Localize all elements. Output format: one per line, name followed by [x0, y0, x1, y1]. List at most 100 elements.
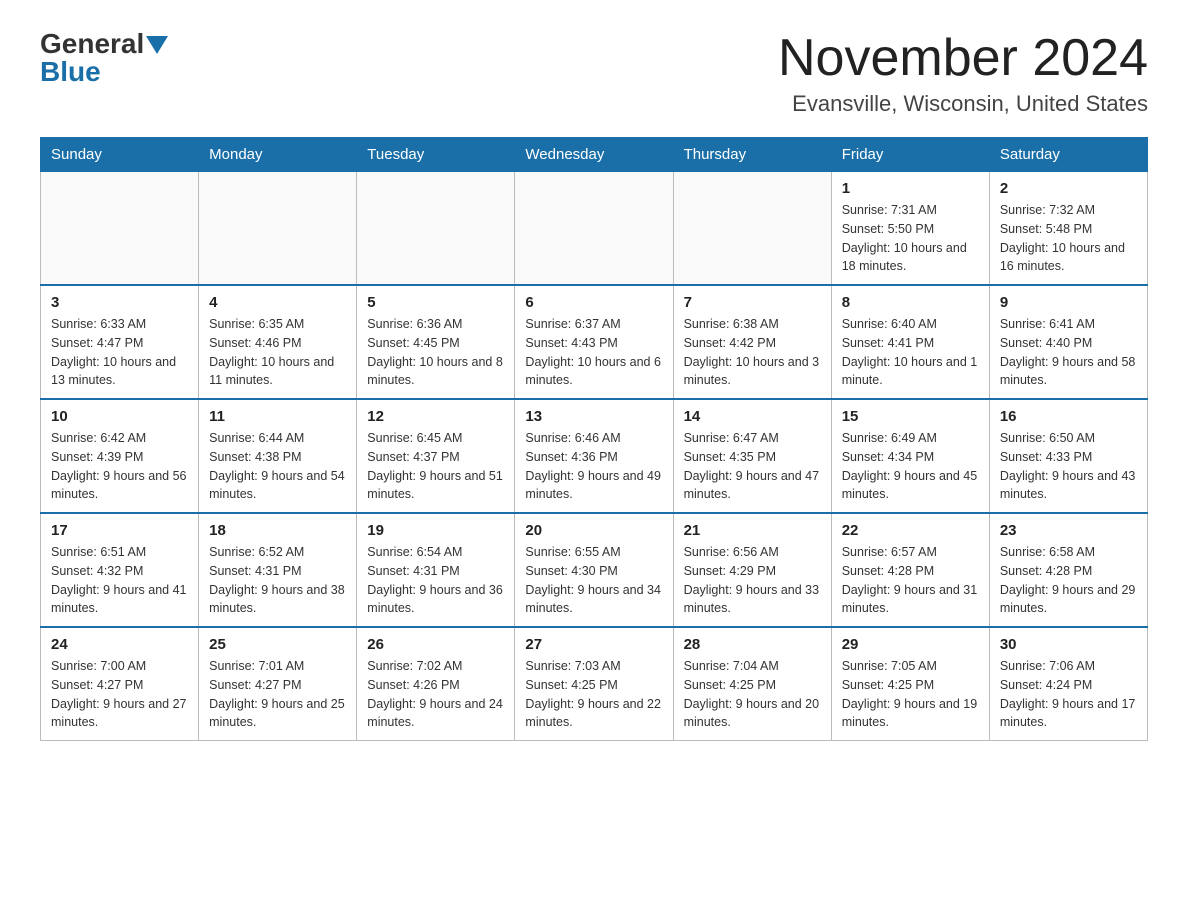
calendar-cell-w1-d4 [515, 172, 673, 286]
calendar-week-2: 3Sunrise: 6:33 AMSunset: 4:47 PMDaylight… [41, 285, 1148, 399]
day-number: 15 [842, 408, 979, 425]
sunset-text: Sunset: 4:25 PM [684, 676, 821, 695]
day-info: Sunrise: 6:38 AMSunset: 4:42 PMDaylight:… [684, 315, 821, 390]
daylight-text: Daylight: 9 hours and 27 minutes. [51, 695, 188, 733]
sunset-text: Sunset: 4:27 PM [51, 676, 188, 695]
sunset-text: Sunset: 4:38 PM [209, 448, 346, 467]
sunset-text: Sunset: 4:46 PM [209, 334, 346, 353]
calendar-cell-w3-d1: 10 Sunrise: 6:42 AMSunset: 4:39 PMDayligh… [41, 399, 199, 513]
sunset-text: Sunset: 4:41 PM [842, 334, 979, 353]
logo-triangle-icon [146, 36, 168, 54]
sunset-text: Sunset: 4:42 PM [684, 334, 821, 353]
calendar-cell-w1-d6: 1Sunrise: 7:31 AMSunset: 5:50 PMDaylight… [831, 172, 989, 286]
daylight-text: Daylight: 10 hours and 3 minutes. [684, 353, 821, 391]
daylight-text: Daylight: 9 hours and 31 minutes. [842, 581, 979, 619]
day-number: 3 [51, 294, 188, 311]
sunrise-text: Sunrise: 7:32 AM [1000, 201, 1137, 220]
day-number: 19 [367, 522, 504, 539]
day-number: 6 [525, 294, 662, 311]
day-number: 11 [209, 408, 346, 425]
day-info: Sunrise: 7:00 AMSunset: 4:27 PMDaylight:… [51, 657, 188, 732]
sunrise-text: Sunrise: 7:31 AM [842, 201, 979, 220]
logo-general: General [40, 30, 144, 58]
sunset-text: Sunset: 4:45 PM [367, 334, 504, 353]
daylight-text: Daylight: 9 hours and 19 minutes. [842, 695, 979, 733]
calendar-week-3: 10 Sunrise: 6:42 AMSunset: 4:39 PMDayligh… [41, 399, 1148, 513]
daylight-text: Daylight: 9 hours and 38 minutes. [209, 581, 346, 619]
daylight-text: Daylight: 9 hours and 47 minutes. [684, 467, 821, 505]
calendar-cell-w5-d5: 28Sunrise: 7:04 AMSunset: 4:25 PMDayligh… [673, 627, 831, 741]
day-number: 12 [367, 408, 504, 425]
sunrise-text: Sunrise: 6:47 AM [684, 429, 821, 448]
sunrise-text: Sunrise: 7:02 AM [367, 657, 504, 676]
header-tuesday: Tuesday [357, 138, 515, 172]
sunrise-text: Sunrise: 6:56 AM [684, 543, 821, 562]
day-number: 20 [525, 522, 662, 539]
daylight-text: Daylight: 9 hours and 41 minutes. [51, 581, 188, 619]
day-number: 30 [1000, 636, 1137, 653]
sunrise-text: Sunrise: 6:55 AM [525, 543, 662, 562]
daylight-text: Daylight: 9 hours and 20 minutes. [684, 695, 821, 733]
sunset-text: Sunset: 4:35 PM [684, 448, 821, 467]
day-number: 9 [1000, 294, 1137, 311]
daylight-text: Daylight: 10 hours and 1 minute. [842, 353, 979, 391]
calendar-cell-w1-d2 [199, 172, 357, 286]
calendar-week-4: 17Sunrise: 6:51 AMSunset: 4:32 PMDayligh… [41, 513, 1148, 627]
calendar-cell-w2-d6: 8Sunrise: 6:40 AMSunset: 4:41 PMDaylight… [831, 285, 989, 399]
calendar-cell-w5-d7: 30 Sunrise: 7:06 AMSunset: 4:24 PMDayligh… [989, 627, 1147, 741]
sunrise-text: Sunrise: 6:37 AM [525, 315, 662, 334]
calendar-cell-w1-d3 [357, 172, 515, 286]
calendar-cell-w4-d5: 21Sunrise: 6:56 AMSunset: 4:29 PMDayligh… [673, 513, 831, 627]
sunrise-text: Sunrise: 6:40 AM [842, 315, 979, 334]
sunrise-text: Sunrise: 7:03 AM [525, 657, 662, 676]
daylight-text: Daylight: 9 hours and 36 minutes. [367, 581, 504, 619]
calendar-cell-w4-d6: 22Sunrise: 6:57 AMSunset: 4:28 PMDayligh… [831, 513, 989, 627]
sunrise-text: Sunrise: 6:38 AM [684, 315, 821, 334]
day-info: Sunrise: 6:52 AMSunset: 4:31 PMDaylight:… [209, 543, 346, 618]
header-monday: Monday [199, 138, 357, 172]
sunrise-text: Sunrise: 7:04 AM [684, 657, 821, 676]
day-number: 21 [684, 522, 821, 539]
daylight-text: Daylight: 10 hours and 18 minutes. [842, 239, 979, 277]
daylight-text: Daylight: 9 hours and 56 minutes. [51, 467, 188, 505]
day-info: Sunrise: 6:40 AMSunset: 4:41 PMDaylight:… [842, 315, 979, 390]
sunset-text: Sunset: 4:40 PM [1000, 334, 1137, 353]
calendar-week-5: 24Sunrise: 7:00 AMSunset: 4:27 PMDayligh… [41, 627, 1148, 741]
day-info: Sunrise: 6:36 AMSunset: 4:45 PMDaylight:… [367, 315, 504, 390]
sunset-text: Sunset: 4:25 PM [525, 676, 662, 695]
sunset-text: Sunset: 4:31 PM [209, 562, 346, 581]
calendar-table: Sunday Monday Tuesday Wednesday Thursday… [40, 137, 1148, 741]
sunset-text: Sunset: 4:24 PM [1000, 676, 1137, 695]
sunrise-text: Sunrise: 6:46 AM [525, 429, 662, 448]
header-saturday: Saturday [989, 138, 1147, 172]
sunset-text: Sunset: 4:33 PM [1000, 448, 1137, 467]
sunrise-text: Sunrise: 6:36 AM [367, 315, 504, 334]
day-info: Sunrise: 6:57 AMSunset: 4:28 PMDaylight:… [842, 543, 979, 618]
day-number: 10 [51, 408, 188, 425]
sunrise-text: Sunrise: 6:44 AM [209, 429, 346, 448]
day-info: Sunrise: 7:31 AMSunset: 5:50 PMDaylight:… [842, 201, 979, 276]
sunset-text: Sunset: 4:37 PM [367, 448, 504, 467]
day-info: Sunrise: 6:46 AMSunset: 4:36 PMDaylight:… [525, 429, 662, 504]
day-info: Sunrise: 6:42 AMSunset: 4:39 PMDaylight:… [51, 429, 188, 504]
sunrise-text: Sunrise: 7:06 AM [1000, 657, 1137, 676]
day-number: 5 [367, 294, 504, 311]
daylight-text: Daylight: 9 hours and 29 minutes. [1000, 581, 1137, 619]
day-info: Sunrise: 6:49 AMSunset: 4:34 PMDaylight:… [842, 429, 979, 504]
calendar-cell-w2-d3: 5 Sunrise: 6:36 AMSunset: 4:45 PMDaylight… [357, 285, 515, 399]
day-number: 16 [1000, 408, 1137, 425]
day-info: Sunrise: 7:32 AMSunset: 5:48 PMDaylight:… [1000, 201, 1137, 276]
sunrise-text: Sunrise: 6:41 AM [1000, 315, 1137, 334]
sunrise-text: Sunrise: 6:51 AM [51, 543, 188, 562]
header-sunday: Sunday [41, 138, 199, 172]
day-info: Sunrise: 6:37 AMSunset: 4:43 PMDaylight:… [525, 315, 662, 390]
sunset-text: Sunset: 5:50 PM [842, 220, 979, 239]
calendar-cell-w5-d3: 26Sunrise: 7:02 AMSunset: 4:26 PMDayligh… [357, 627, 515, 741]
header-thursday: Thursday [673, 138, 831, 172]
sunrise-text: Sunrise: 6:45 AM [367, 429, 504, 448]
sunset-text: Sunset: 4:32 PM [51, 562, 188, 581]
day-info: Sunrise: 7:06 AMSunset: 4:24 PMDaylight:… [1000, 657, 1137, 732]
day-info: Sunrise: 7:02 AMSunset: 4:26 PMDaylight:… [367, 657, 504, 732]
day-info: Sunrise: 6:51 AMSunset: 4:32 PMDaylight:… [51, 543, 188, 618]
sunset-text: Sunset: 4:39 PM [51, 448, 188, 467]
